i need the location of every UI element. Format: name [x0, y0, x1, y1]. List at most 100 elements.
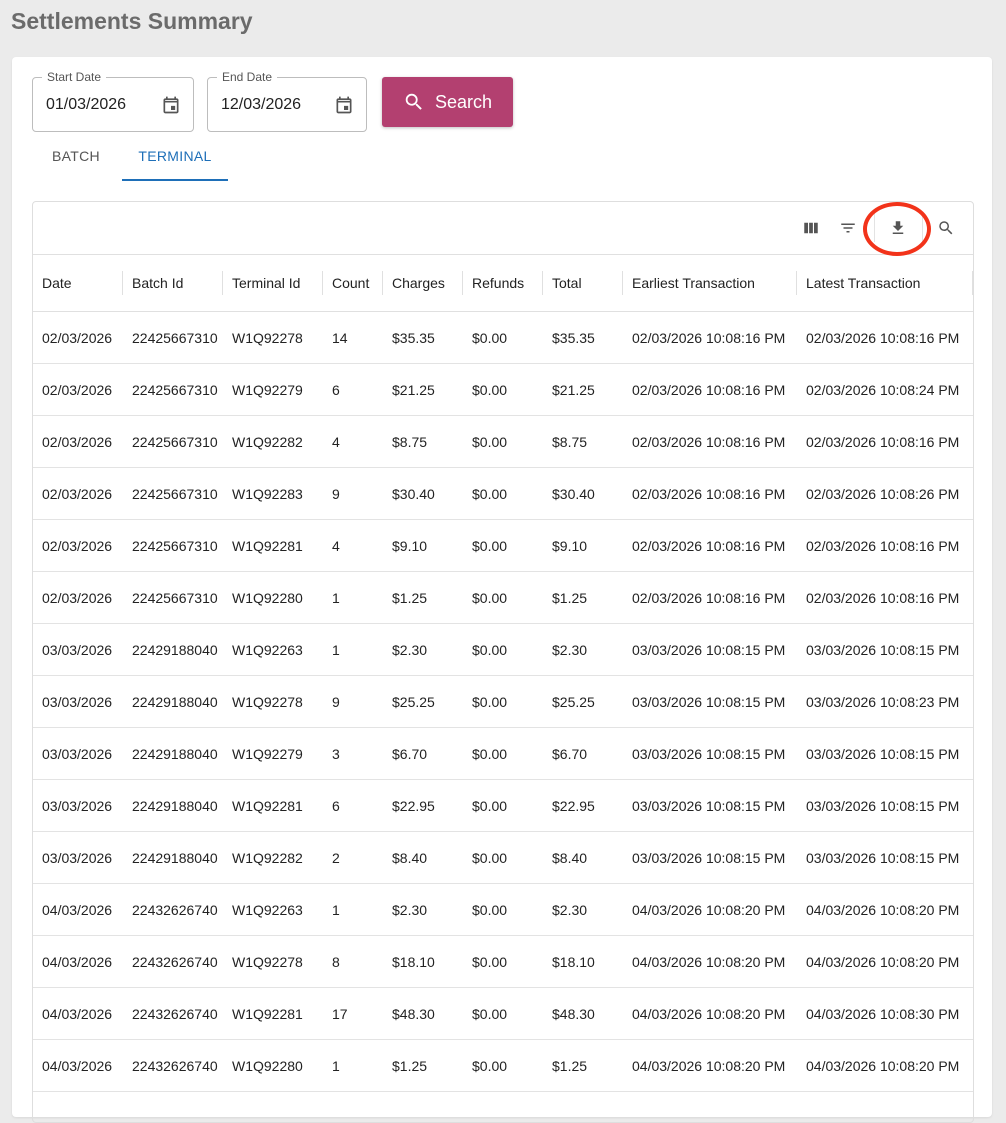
- table-row[interactable]: 02/03/2026 22425667310 W1Q92279 6 $21.25 $0.0…: [33, 363, 973, 416]
- table-cell: W1Q92281: [223, 519, 323, 572]
- table-cell: 02/03/2026 10:08:24 PM: [797, 363, 973, 416]
- tab-terminal[interactable]: TERMINAL: [122, 139, 228, 181]
- calendar-icon[interactable]: [161, 95, 181, 115]
- table-cell: $18.10: [383, 935, 463, 988]
- table-cell: W1Q92281: [223, 779, 323, 832]
- column-header[interactable]: Refunds: [463, 255, 543, 312]
- table-row[interactable]: 02/03/2026 22425667310 W1Q92280 1 $1.25 $0.00…: [33, 571, 973, 624]
- column-header-label: Charges: [392, 275, 445, 291]
- table-cell: 04/03/2026: [33, 883, 123, 936]
- column-header[interactable]: Terminal Id: [223, 255, 323, 312]
- table-cell: 4: [323, 519, 383, 572]
- calendar-icon[interactable]: [334, 95, 354, 115]
- table-cell: 22432626740: [123, 1039, 223, 1092]
- table-row[interactable]: 03/03/2026 22429188040 W1Q92282 2 $8.40 $0.00…: [33, 831, 973, 884]
- table-cell: 22429188040: [123, 623, 223, 676]
- table-cell: 04/03/2026 10:08:20 PM: [623, 1039, 797, 1092]
- table-row[interactable]: 02/03/2026 22425667310 W1Q92281 4 $9.10 $0.00…: [33, 519, 973, 572]
- column-header[interactable]: Batch Id: [123, 255, 223, 312]
- column-header[interactable]: Count: [323, 255, 383, 312]
- table-cell: 8: [323, 935, 383, 988]
- column-header-label: Latest Transaction: [806, 275, 921, 291]
- table-cell: 1: [323, 623, 383, 676]
- table-body: 02/03/2026 22425667310 W1Q92278 14 $35.35 $0.…: [33, 311, 973, 1092]
- table-cell: $2.30: [383, 883, 463, 936]
- table-row[interactable]: 03/03/2026 22429188040 W1Q92279 3 $6.70 $0.00…: [33, 727, 973, 780]
- table-cell: 14: [323, 311, 383, 364]
- table-cell: 03/03/2026: [33, 831, 123, 884]
- table-cell: 03/03/2026: [33, 675, 123, 728]
- table-cell: 22425667310: [123, 363, 223, 416]
- tab-batch[interactable]: BATCH: [52, 139, 100, 179]
- columns-icon: [804, 222, 818, 234]
- column-separator[interactable]: [972, 271, 973, 295]
- table-row[interactable]: 04/03/2026 22432626740 W1Q92280 1 $1.25 $0.00…: [33, 1039, 973, 1092]
- table-cell: 03/03/2026 10:08:15 PM: [797, 623, 973, 676]
- table-row[interactable]: 03/03/2026 22429188040 W1Q92278 9 $25.25 $0.0…: [33, 675, 973, 728]
- table-cell: $25.25: [543, 675, 623, 728]
- table-row[interactable]: 02/03/2026 22425667310 W1Q92283 9 $30.40 $0.0…: [33, 467, 973, 520]
- table-row[interactable]: 02/03/2026 22425667310 W1Q92282 4 $8.75 $0.00…: [33, 415, 973, 468]
- table-cell: $18.10: [543, 935, 623, 988]
- table-cell: 4: [323, 415, 383, 468]
- column-header[interactable]: Earliest Transaction: [623, 255, 797, 312]
- table-cell: 03/03/2026: [33, 779, 123, 832]
- table-cell: 03/03/2026 10:08:15 PM: [623, 675, 797, 728]
- columns-button[interactable]: [799, 216, 823, 240]
- table-row[interactable]: 03/03/2026 22429188040 W1Q92263 1 $2.30 $0.00…: [33, 623, 973, 676]
- table-cell: $22.95: [383, 779, 463, 832]
- table-cell: 03/03/2026 10:08:23 PM: [797, 675, 973, 728]
- table-cell: 6: [323, 363, 383, 416]
- table-cell: 22432626740: [123, 883, 223, 936]
- table-cell: 02/03/2026 10:08:16 PM: [623, 519, 797, 572]
- table-cell: $0.00: [463, 779, 543, 832]
- table-cell: $1.25: [543, 571, 623, 624]
- table-row[interactable]: 04/03/2026 22432626740 W1Q92281 17 $48.30 $0.…: [33, 987, 973, 1040]
- table-cell: $21.25: [543, 363, 623, 416]
- table-cell: 02/03/2026: [33, 311, 123, 364]
- column-header-label: Terminal Id: [232, 275, 301, 291]
- table-row[interactable]: 04/03/2026 22432626740 W1Q92278 8 $18.10 $0.0…: [33, 935, 973, 988]
- end-date-value[interactable]: 12/03/2026: [221, 96, 301, 114]
- table-search-button[interactable]: [934, 216, 958, 240]
- table-cell: $8.75: [543, 415, 623, 468]
- table-cell: $6.70: [543, 727, 623, 780]
- settlements-card: Start Date 01/03/2026 End Date 12/03/202…: [12, 57, 992, 1123]
- table-cell: 6: [323, 779, 383, 832]
- table-cell: 03/03/2026 10:08:15 PM: [797, 779, 973, 832]
- table-cell: 03/03/2026 10:08:15 PM: [623, 623, 797, 676]
- start-date-label: Start Date: [42, 70, 107, 84]
- page-title: Settlements Summary: [11, 8, 253, 34]
- table-cell: $2.30: [543, 623, 623, 676]
- table-cell: $0.00: [463, 311, 543, 364]
- start-date-value[interactable]: 01/03/2026: [46, 96, 126, 114]
- search-button[interactable]: Search: [382, 77, 513, 127]
- column-header[interactable]: Total: [543, 255, 623, 312]
- table-cell: $8.75: [383, 415, 463, 468]
- table-cell: 02/03/2026 10:08:16 PM: [797, 415, 973, 468]
- table-cell: 04/03/2026 10:08:20 PM: [797, 935, 973, 988]
- table-cell: 04/03/2026 10:08:20 PM: [797, 1039, 973, 1092]
- column-header[interactable]: Charges: [383, 255, 463, 312]
- table-row[interactable]: 02/03/2026 22425667310 W1Q92278 14 $35.35 $0.…: [33, 311, 973, 364]
- table-cell: 02/03/2026 10:08:16 PM: [623, 363, 797, 416]
- table-cell: $30.40: [383, 467, 463, 520]
- filter-button[interactable]: [836, 216, 860, 240]
- table-row[interactable]: 03/03/2026 22429188040 W1Q92281 6 $22.95 $0.0…: [33, 779, 973, 832]
- table-cell: $35.35: [543, 311, 623, 364]
- table-cell: $0.00: [463, 675, 543, 728]
- column-header[interactable]: Date: [33, 255, 123, 312]
- end-date-field[interactable]: End Date 12/03/2026: [207, 70, 367, 132]
- table-cell: 02/03/2026 10:08:16 PM: [797, 519, 973, 572]
- data-table: Date Batch Id Terminal Id Count Charges Refun…: [33, 255, 973, 1092]
- table-cell: W1Q92283: [223, 467, 323, 520]
- column-header[interactable]: Latest Transaction: [797, 255, 973, 312]
- table-cell: 03/03/2026: [33, 623, 123, 676]
- table-cell: 02/03/2026: [33, 363, 123, 416]
- table-cell: 02/03/2026 10:08:26 PM: [797, 467, 973, 520]
- table-row[interactable]: 04/03/2026 22432626740 W1Q92263 1 $2.30 $0.00…: [33, 883, 973, 936]
- table-cell: 04/03/2026 10:08:20 PM: [623, 883, 797, 936]
- table-cell: 02/03/2026: [33, 571, 123, 624]
- table-cell: $0.00: [463, 363, 543, 416]
- start-date-field[interactable]: Start Date 01/03/2026: [32, 70, 194, 132]
